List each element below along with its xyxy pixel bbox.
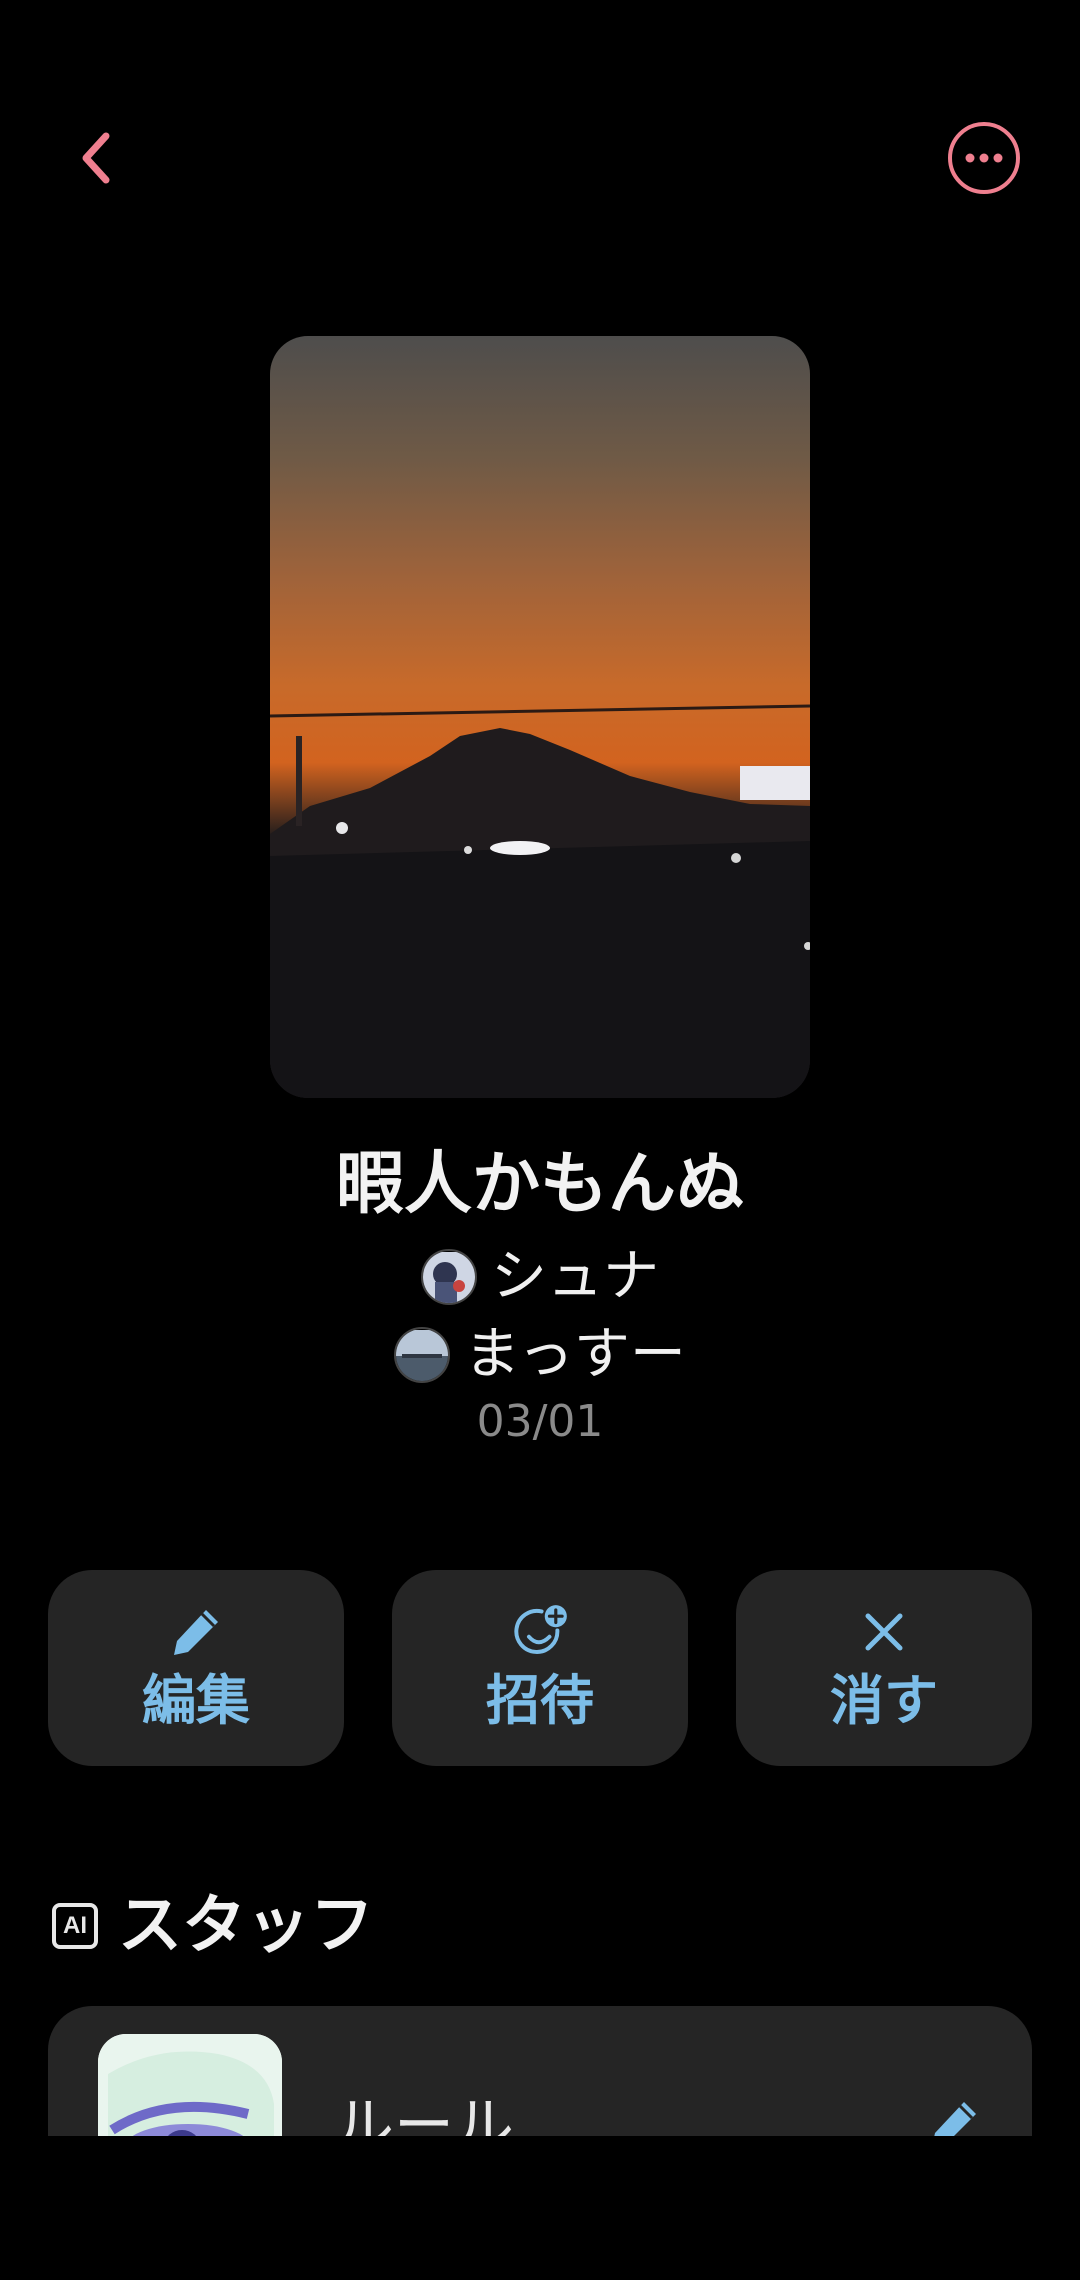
edit-button[interactable]: 編集 xyxy=(48,1570,344,1766)
ai-badge-icon: AI xyxy=(52,1903,98,1949)
close-icon xyxy=(854,1602,914,1662)
more-options-button[interactable] xyxy=(944,118,1024,198)
group-cover-image xyxy=(270,336,810,1098)
member-row[interactable]: シュナ xyxy=(0,1242,1080,1312)
member-name: まっすー xyxy=(464,1322,686,1387)
avatar xyxy=(421,1249,477,1305)
staff-section-header: AI スタッフ xyxy=(52,1886,374,1966)
action-bar: 編集 招待 消す xyxy=(48,1570,1032,1766)
member-row[interactable]: まっすー xyxy=(0,1320,1080,1390)
edit-label: 編集 xyxy=(142,1669,250,1732)
group-date: 03/01 xyxy=(476,1396,604,1447)
member-name: シュナ xyxy=(491,1244,659,1309)
bottom-spacer xyxy=(0,2136,1080,2280)
pencil-icon xyxy=(166,1602,226,1662)
group-title: 暇人かもんぬ xyxy=(335,1145,744,1224)
chevron-left-icon xyxy=(82,132,110,184)
section-title: スタッフ xyxy=(118,1889,374,1963)
avatar xyxy=(394,1327,451,1383)
add-person-icon xyxy=(510,1602,570,1662)
delete-label: 消す xyxy=(830,1669,938,1732)
invite-button[interactable]: 招待 xyxy=(392,1570,688,1766)
group-detail-screen: 暇人かもんぬ シュナ まっすー 03/01 編集 招待 消す AI スタッフ ル… xyxy=(0,0,1080,2280)
delete-button[interactable]: 消す xyxy=(736,1570,1032,1766)
invite-label: 招待 xyxy=(486,1669,594,1732)
more-horizontal-icon xyxy=(948,122,1020,194)
back-button[interactable] xyxy=(56,118,136,198)
